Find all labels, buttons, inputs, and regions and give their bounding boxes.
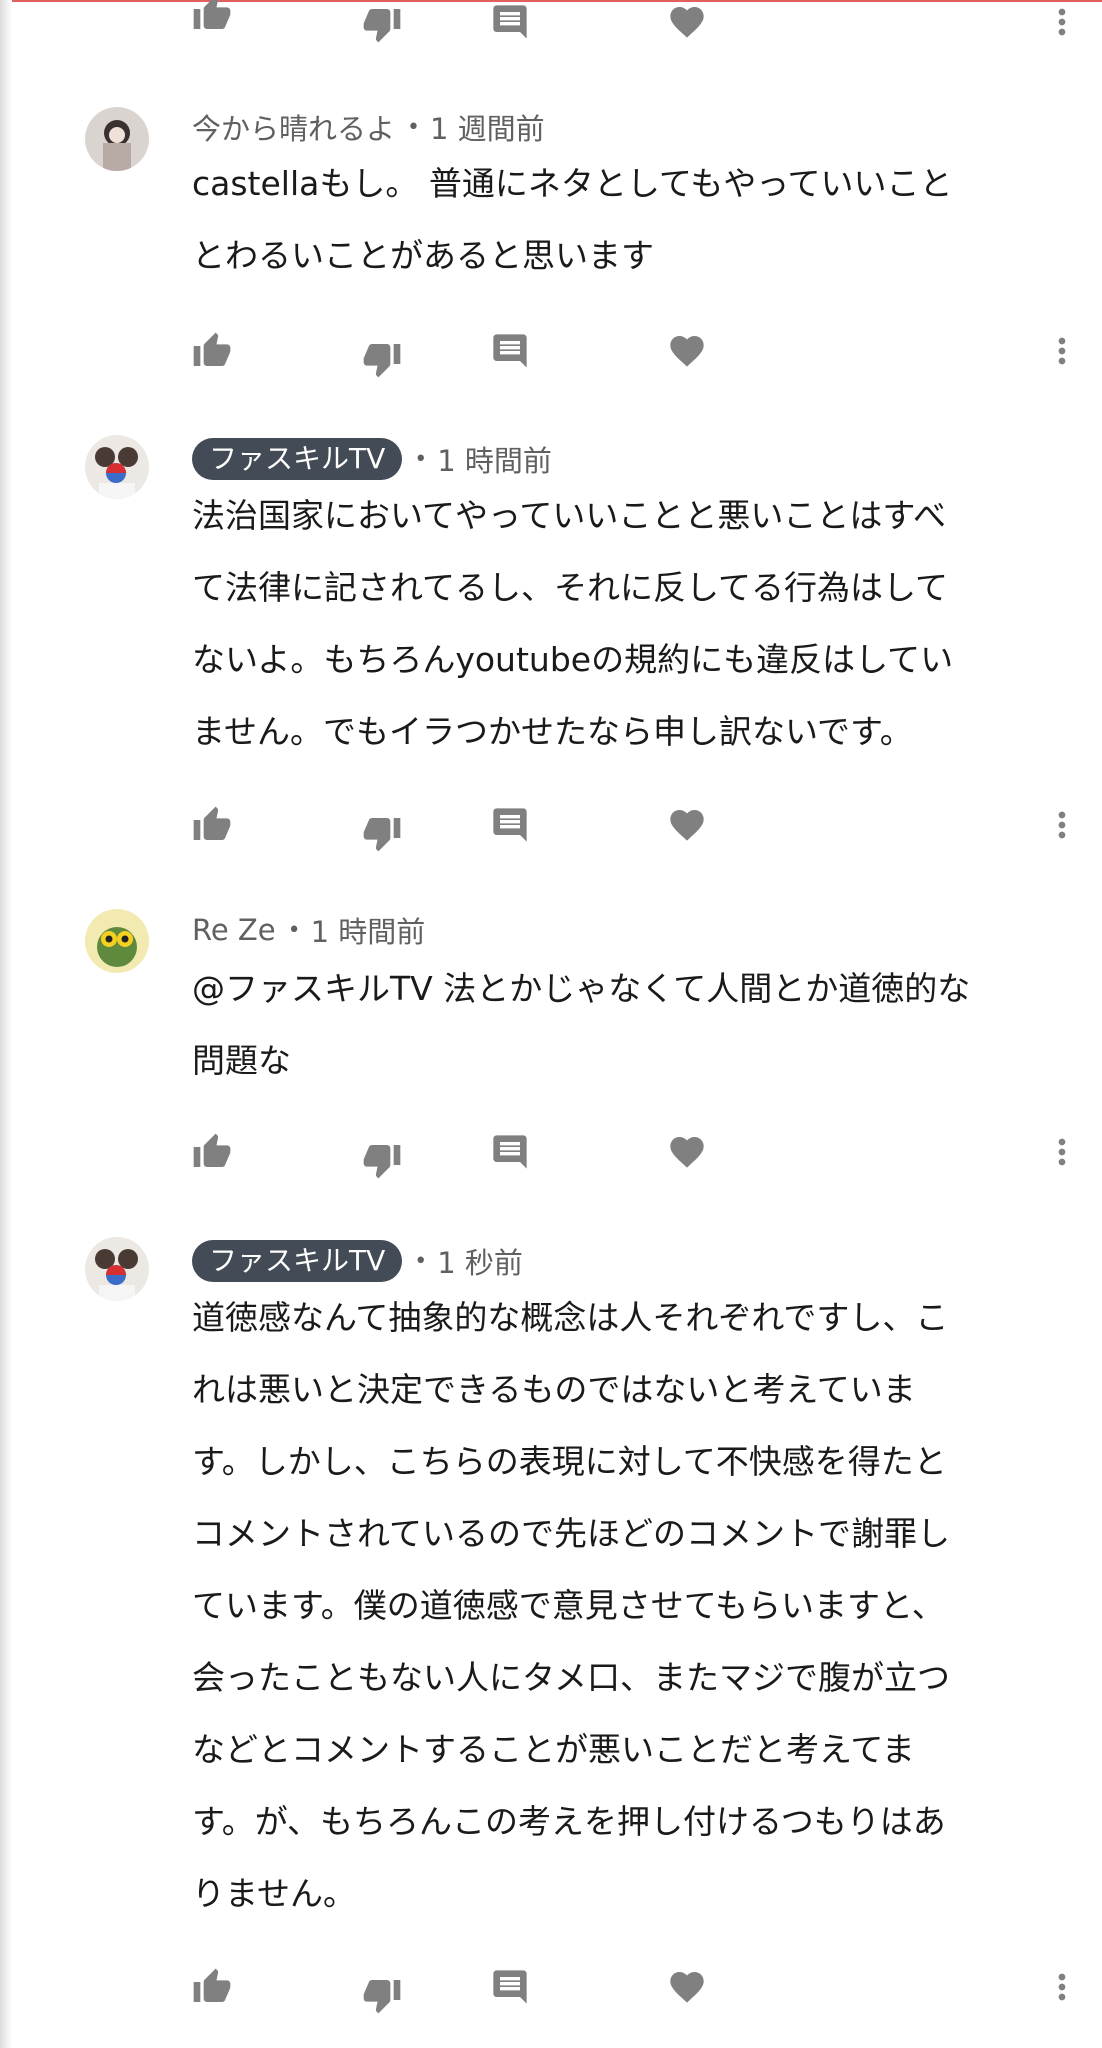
thumb-down-icon[interactable] <box>360 1973 404 2017</box>
comment-time[interactable]: 1 時間前 <box>311 909 426 951</box>
thumb-up-icon[interactable] <box>190 0 234 36</box>
comment-meta: ファスキルTV • 1 秒前 <box>192 1238 523 1284</box>
author-badge[interactable]: ファスキルTV <box>192 1240 403 1282</box>
meta-separator: • <box>407 114 420 140</box>
heart-icon[interactable] <box>665 803 709 847</box>
thumb-up-icon[interactable] <box>190 1965 234 2009</box>
reply-comment-icon[interactable] <box>488 0 532 44</box>
more-vert-icon[interactable] <box>1040 803 1084 847</box>
avatar[interactable] <box>85 107 149 171</box>
reply-comment-icon[interactable] <box>488 1130 532 1174</box>
heart-icon[interactable] <box>665 0 709 44</box>
comment-time[interactable]: 1 時間前 <box>437 438 552 480</box>
comment-0-action-bar <box>0 0 1102 44</box>
left-edge-shadow <box>0 0 12 2048</box>
author-badge[interactable]: ファスキルTV <box>192 438 403 480</box>
heart-icon[interactable] <box>665 329 709 373</box>
comment-3-action-bar <box>0 1130 1102 1179</box>
more-vert-icon[interactable] <box>1040 1965 1084 2009</box>
comment-time[interactable]: 1 週間前 <box>430 106 545 148</box>
heart-icon[interactable] <box>665 1965 709 2009</box>
comment-body: castellaもし。 普通にネタとしてもやっていいこと とわるいことがあると思… <box>192 164 953 275</box>
avatar[interactable] <box>85 1237 149 1301</box>
comment-4-action-bar <box>0 1965 1102 2014</box>
thumb-down-icon[interactable] <box>360 1138 404 1182</box>
comment-time[interactable]: 1 秒前 <box>437 1240 523 1282</box>
thumb-up-icon[interactable] <box>190 803 234 847</box>
comment-meta: ファスキルTV • 1 時間前 <box>192 436 552 482</box>
reply-comment-icon[interactable] <box>488 803 532 847</box>
thumb-down-icon[interactable] <box>360 337 404 381</box>
comment-2-action-bar <box>0 803 1102 852</box>
meta-separator: • <box>414 1248 428 1274</box>
comment-body: 道徳感なんて抽象的な概念は人それぞれですし、こ れは悪いと決定できるものではない… <box>192 1298 951 1913</box>
comment-body: @ファスキルTV 法とかじゃなくて人間とか道徳的な 問題な <box>192 969 971 1080</box>
more-vert-icon[interactable] <box>1040 0 1084 44</box>
author-name[interactable]: Re Ze <box>192 913 276 947</box>
thumb-down-icon[interactable] <box>360 811 404 855</box>
comment-meta: Re Ze • 1 時間前 <box>192 907 425 953</box>
thumb-up-icon[interactable] <box>190 329 234 373</box>
reply-comment-icon[interactable] <box>488 1965 532 2009</box>
reply-comment-icon[interactable] <box>488 329 532 373</box>
more-vert-icon[interactable] <box>1040 1130 1084 1174</box>
avatar[interactable] <box>85 909 149 973</box>
comment-1-action-bar <box>0 329 1102 378</box>
more-vert-icon[interactable] <box>1040 329 1084 373</box>
thumb-up-icon[interactable] <box>190 1130 234 1174</box>
comment-meta: 今から晴れるよ • 1 週間前 <box>192 104 545 150</box>
thumb-down-icon[interactable] <box>360 2 404 46</box>
avatar[interactable] <box>85 435 149 499</box>
meta-separator: • <box>287 917 301 943</box>
author-name[interactable]: 今から晴れるよ <box>192 106 395 148</box>
heart-icon[interactable] <box>665 1130 709 1174</box>
comment-body: 法治国家においてやっていいことと悪いことはすべ て法律に記されてるし、それに反し… <box>192 496 954 751</box>
meta-separator: • <box>414 446 428 472</box>
